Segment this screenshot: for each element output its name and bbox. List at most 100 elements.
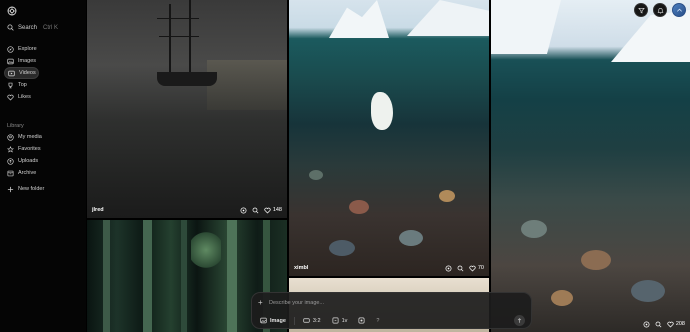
image-icon [260, 317, 267, 324]
user-icon [7, 133, 14, 141]
heart-icon [469, 265, 476, 271]
prompt-input[interactable] [269, 298, 509, 308]
library-nav: Library My media Favorites Uploads Archi… [4, 113, 82, 195]
pebble [329, 240, 355, 256]
nav-item-uploads[interactable]: Uploads [4, 155, 82, 167]
nav-item-videos[interactable]: Videos [4, 67, 39, 79]
like-button[interactable]: 70 [469, 265, 484, 272]
tile-footer: jlred 148 [87, 202, 287, 218]
search-shortcut: Ctrl K [43, 24, 59, 31]
sidebar: Search Ctrl K Explore Images Videos Top … [0, 0, 86, 332]
tree-trunk [181, 220, 187, 332]
pebble [439, 190, 455, 202]
nav-item-label: New folder [18, 186, 45, 192]
like-button[interactable]: 208 [667, 321, 685, 328]
gallery-item[interactable]: ximbl 70 [289, 0, 489, 276]
search-icon[interactable] [457, 265, 464, 272]
top-controls [634, 3, 686, 17]
arrow-up-icon [517, 318, 522, 323]
ice-chunk [371, 92, 393, 130]
nav-item-label: Archive [18, 170, 37, 176]
aspect-ratio-icon [303, 318, 310, 323]
remix-icon[interactable] [445, 265, 452, 272]
nav-item-label: Likes [18, 94, 31, 100]
ship-yard [159, 36, 199, 37]
help-label: ? [376, 317, 380, 324]
pebble [349, 200, 369, 214]
ship-mast [169, 4, 171, 78]
nav-item-explore[interactable]: Explore [4, 43, 82, 55]
divider [293, 316, 295, 325]
search-icon [7, 24, 14, 31]
library-heading: Library [7, 123, 24, 129]
pier-shape [207, 60, 287, 110]
remix-icon[interactable] [643, 321, 650, 328]
help-button[interactable]: ? [373, 315, 382, 326]
search-label: Search [18, 24, 38, 31]
nav-item-archive[interactable]: Archive [4, 167, 82, 179]
new-folder-button[interactable]: New folder [4, 183, 82, 195]
filter-button[interactable] [634, 3, 648, 17]
gallery-item[interactable]: jlred 148 [87, 0, 287, 218]
avatar-icon [676, 8, 682, 12]
style-button[interactable] [355, 315, 368, 326]
like-button[interactable]: 148 [264, 207, 282, 214]
count-icon [332, 317, 339, 324]
avatar[interactable] [672, 3, 686, 17]
image-icon [7, 58, 14, 64]
pebble [399, 230, 423, 246]
tree-trunk [143, 220, 152, 332]
notifications-button[interactable] [653, 3, 667, 17]
foliage [191, 230, 221, 270]
nav-item-likes[interactable]: Likes [4, 91, 82, 103]
tree-trunk [103, 220, 110, 332]
pebble [631, 280, 665, 302]
author-name[interactable]: ximbl [294, 265, 445, 271]
ship-yard [157, 18, 199, 19]
mode-selector[interactable]: Image [257, 315, 289, 326]
ship-mast [189, 0, 191, 78]
upload-icon [7, 157, 14, 165]
bell-icon [656, 7, 664, 14]
add-attachment-button[interactable]: + [258, 298, 263, 307]
nav-item-label: Top [18, 82, 27, 88]
plus-icon [7, 186, 14, 192]
nav-item-my-media[interactable]: My media [4, 131, 82, 143]
count-label: 1v [341, 317, 348, 324]
prompt-options: Image 3:2 1v ? [257, 315, 382, 326]
search-icon[interactable] [252, 207, 259, 214]
heart-icon [264, 207, 271, 213]
archive-icon [7, 170, 14, 176]
mode-label: Image [270, 317, 286, 324]
iceberg-shape [407, 0, 489, 36]
search-icon[interactable] [655, 321, 662, 328]
prompt-bar: + Image 3:2 1v ? [251, 292, 532, 329]
logo-icon[interactable] [7, 6, 17, 16]
star-icon [7, 145, 14, 153]
iceberg-shape [329, 0, 389, 38]
count-selector[interactable]: 1v [329, 315, 351, 326]
aspect-ratio-label: 3:2 [312, 317, 321, 324]
video-icon [8, 70, 15, 76]
aspect-ratio-selector[interactable]: 3:2 [300, 315, 324, 326]
gallery-item[interactable]: 208 [491, 0, 690, 332]
search-button[interactable]: Search Ctrl K [7, 24, 58, 31]
pebble [309, 170, 323, 180]
like-count: 208 [675, 321, 685, 327]
trophy-icon [8, 82, 13, 88]
iceberg-shape [491, 0, 561, 54]
nav-item-images[interactable]: Images [4, 55, 82, 67]
generate-button[interactable] [514, 315, 525, 326]
author-name[interactable]: jlred [92, 207, 240, 213]
like-count: 148 [272, 207, 282, 213]
iceberg-shape [611, 10, 690, 62]
pebble [551, 290, 573, 306]
remix-icon[interactable] [240, 207, 247, 214]
ship-hull [157, 72, 217, 86]
nav-item-label: My media [18, 134, 42, 140]
tile-footer: ximbl 70 [289, 260, 489, 276]
nav-item-label: Explore [18, 46, 37, 52]
nav-item-top[interactable]: Top [4, 79, 82, 91]
main-nav: Explore Images Videos Top Likes [4, 43, 82, 103]
nav-item-favorites[interactable]: Favorites [4, 143, 82, 155]
